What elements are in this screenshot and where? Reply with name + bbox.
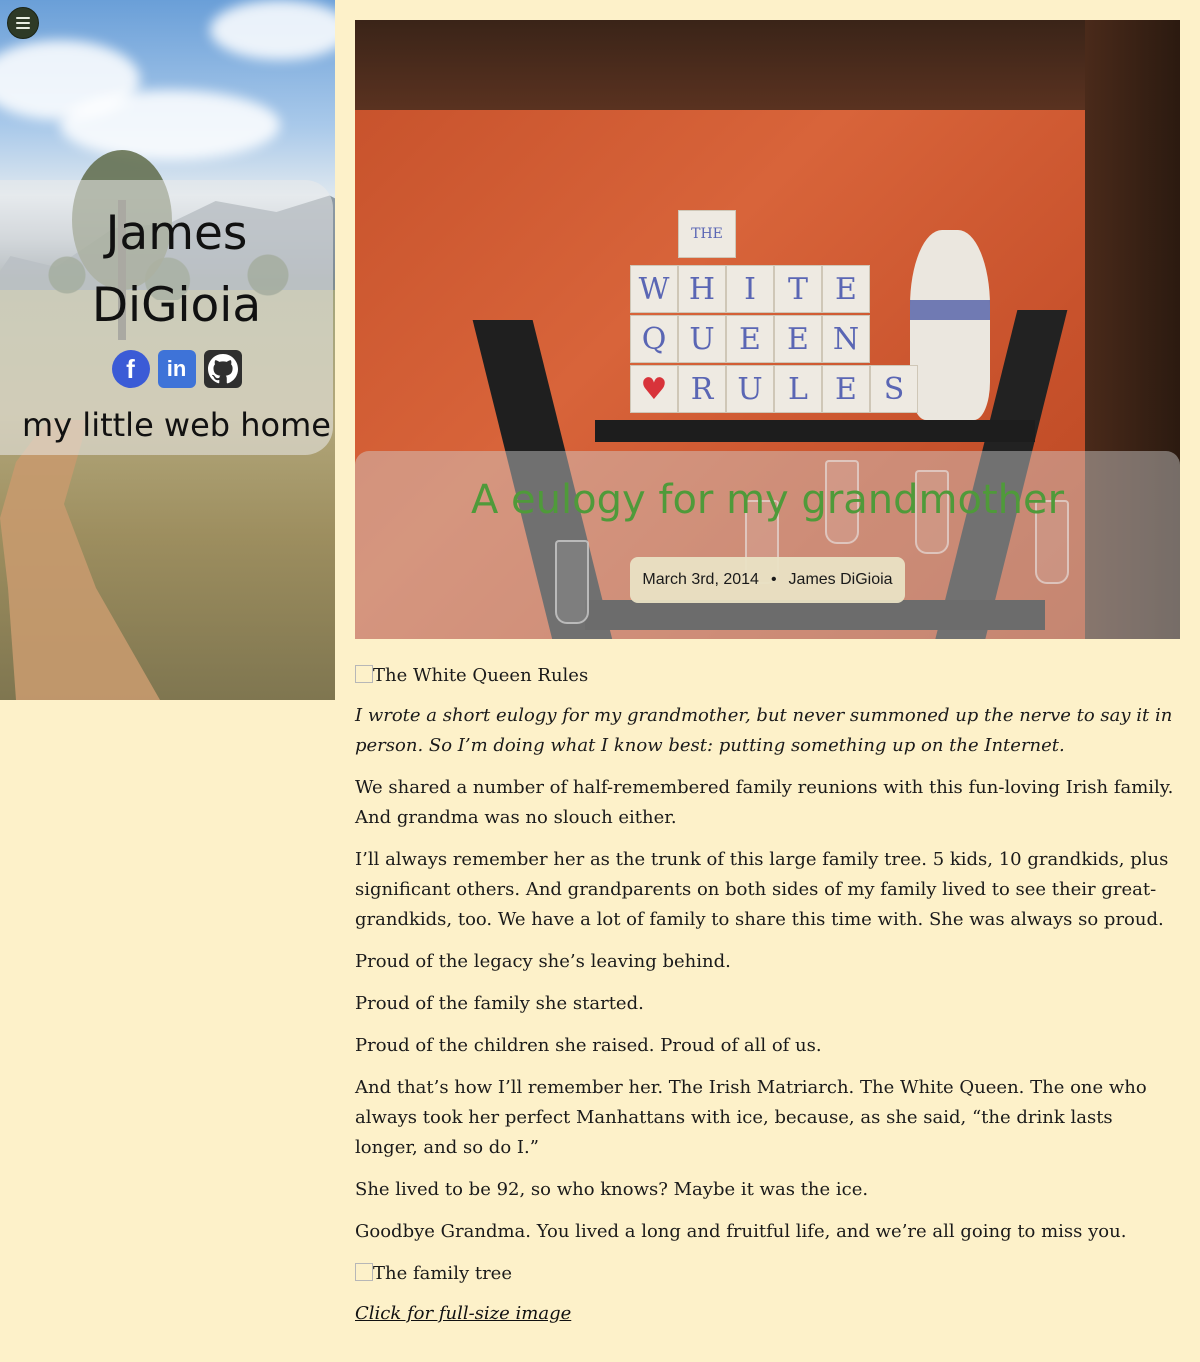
post-paragraph: Goodbye Grandma. You lived a long and fr… — [355, 1221, 1127, 1242]
main-content: THE W H I T E Q U E E N ♥ R U L E S A eu… — [355, 20, 1180, 1341]
heart-icon: ♥ — [630, 365, 678, 413]
post-paragraph: Proud of the children she raised. Proud … — [355, 1035, 822, 1056]
site-name[interactable]: James DiGioia — [20, 198, 333, 342]
post-date: March 3rd, 2014 — [642, 571, 759, 588]
cloud — [60, 90, 280, 160]
post-paragraph: We shared a number of half-remembered fa… — [355, 777, 1174, 828]
post-intro: I wrote a short eulogy for my grandmothe… — [355, 705, 1173, 756]
letter-block: U — [678, 315, 726, 363]
cloud — [210, 0, 335, 60]
post-author[interactable]: James DiGioia — [789, 571, 893, 589]
letter-blocks: THE W H I T E Q U E E N ♥ R U L E S — [620, 210, 920, 420]
post-body: The White Queen Rules I wrote a short eu… — [355, 661, 1180, 1329]
letter-block: S — [870, 365, 918, 413]
post-paragraph: I’ll always remember her as the trunk of… — [355, 849, 1169, 930]
broken-image-family-tree: The family tree — [355, 1259, 1180, 1289]
letter-block: I — [726, 265, 774, 313]
letter-block: E — [822, 265, 870, 313]
linkedin-icon[interactable]: in — [157, 350, 196, 388]
facebook-icon[interactable]: f — [111, 350, 150, 388]
post-header: A eulogy for my grandmother March 3rd, 2… — [355, 451, 1180, 639]
letter-block: R — [678, 365, 726, 413]
vase — [910, 230, 990, 420]
site-tagline: my little web home — [22, 406, 331, 444]
letter-block: H — [678, 265, 726, 313]
post-title: A eulogy for my grandmother — [470, 477, 1065, 523]
letter-block: N — [822, 315, 870, 363]
wood-beam — [355, 20, 1180, 110]
broken-image-white-queen: The White Queen Rules — [355, 661, 1180, 691]
hero-image: THE W H I T E Q U E E N ♥ R U L E S A eu… — [355, 20, 1180, 639]
post-meta: March 3rd, 2014 • James DiGioia — [630, 557, 905, 603]
letter-block: E — [726, 315, 774, 363]
sidebar: James DiGioia f in my little web home — [0, 0, 335, 700]
letter-block: T — [774, 265, 822, 313]
letter-block: L — [774, 365, 822, 413]
post-paragraph: Proud of the family she started. — [355, 993, 644, 1014]
github-octocat-glyph — [207, 354, 238, 384]
letter-block: E — [774, 315, 822, 363]
identity-card: James DiGioia f in my little web home — [0, 180, 333, 455]
post-paragraph: Proud of the legacy she’s leaving behind… — [355, 951, 731, 972]
letter-block: W — [630, 265, 678, 313]
letter-block: U — [726, 365, 774, 413]
letter-block: E — [822, 365, 870, 413]
post-paragraph: And that’s how I’ll remember her. The Ir… — [355, 1077, 1147, 1158]
letter-block: Q — [630, 315, 678, 363]
shelf — [595, 420, 1035, 442]
hamburger-menu-icon[interactable] — [7, 7, 39, 39]
social-links: f in — [20, 350, 333, 388]
meta-separator: • — [770, 571, 777, 588]
github-icon[interactable] — [203, 350, 242, 388]
post-paragraph: She lived to be 92, so who knows? Maybe … — [355, 1179, 869, 1200]
letter-block: THE — [678, 210, 736, 258]
full-size-image-link[interactable]: Click for full-size image — [355, 1303, 571, 1324]
